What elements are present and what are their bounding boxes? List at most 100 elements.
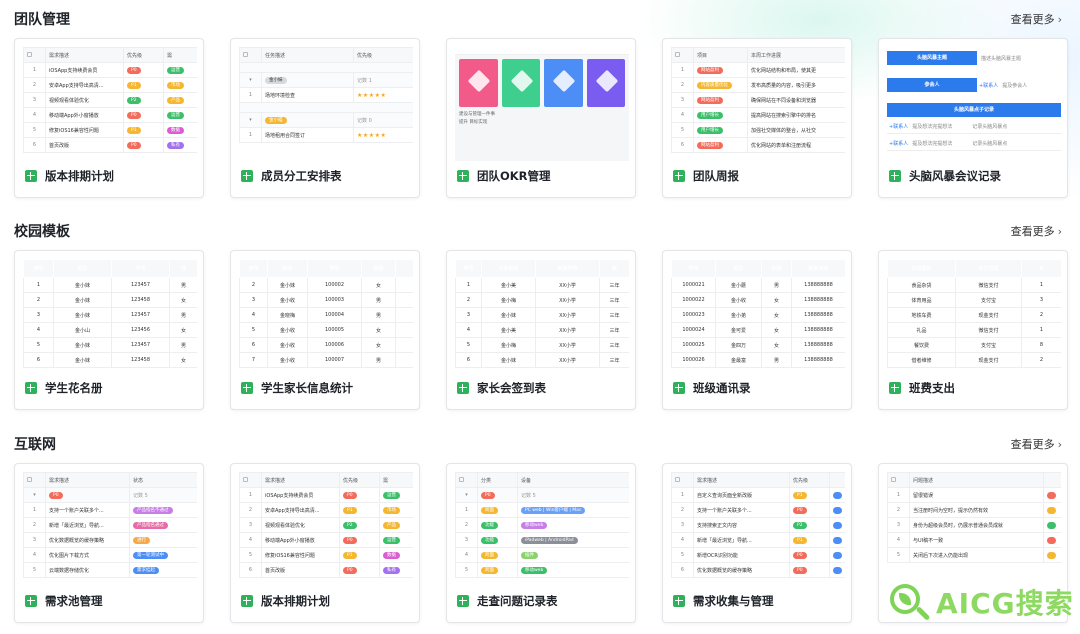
brain-header: 头脑风暴点子记录 bbox=[887, 103, 1061, 117]
card-thumbnail: 需求描述 优先级需 1 iOSApp支持续费会员 P0 运营 2 安卓App支持导出高清.… bbox=[239, 472, 413, 586]
cell: 发布高质量的内容，吸引更多 bbox=[747, 77, 845, 93]
card-footer: 家长会签到表 bbox=[457, 380, 546, 396]
col-header: 需 bbox=[163, 47, 197, 63]
col-header: 序号 bbox=[455, 259, 482, 278]
priority-tag: P0 bbox=[343, 566, 357, 574]
row-num: 1 bbox=[887, 487, 910, 503]
card-footer: 学生家长信息统计 bbox=[241, 380, 353, 396]
row-num: 1 bbox=[671, 62, 694, 78]
group-count: 记数 1 bbox=[353, 72, 413, 88]
chevron-right-icon: › bbox=[1057, 438, 1062, 451]
cell: 100005 bbox=[307, 322, 362, 338]
card-thumbnail: 序号 子女姓名 就读学校就 1 金小美 XX小学 三年 2 金小梅 XX小学 三年 3 金小妹 XX… bbox=[455, 259, 629, 373]
see-more-link[interactable]: 查看更多 › bbox=[1011, 223, 1062, 239]
sheet-icon bbox=[889, 382, 901, 394]
cell: 优化数据概览的缓存策略 bbox=[693, 562, 790, 578]
card-thumbnail: 项目 本周工作进展 1 网站盈利 优化网站结构和布局，使其更 2 内容质量优化 发布高质量… bbox=[671, 47, 845, 161]
col-header: 项目 bbox=[693, 47, 748, 63]
cell: 6 bbox=[23, 352, 54, 368]
preview-table: 需求描述 优先级需 1 iOSApp支持续费会员 P0 运营 2 安卓App支持导出高清.… bbox=[23, 47, 197, 153]
brain-header: 参会人 bbox=[887, 78, 977, 92]
cell: 微信支付 bbox=[955, 277, 1022, 293]
preview-table: 序号 姓名 学号 性别 2 金小妹 100002 女 3 金小收 100003 男 4 金晓梅 100… bbox=[239, 259, 413, 368]
cell: 金小收 bbox=[267, 337, 308, 353]
cell: 女 bbox=[169, 292, 197, 308]
template-card[interactable]: 头脑风暴主题 描述头脑风暴主题 参会人 +联系人 提及参会人 头脑风暴点子记录 +联系… bbox=[878, 38, 1068, 198]
see-more-label: 查看更多 bbox=[1010, 225, 1055, 238]
template-card[interactable]: 学号 姓名 性别 联系电话 1000021 金小蘑男 138888888 1000022 金… bbox=[662, 250, 852, 410]
cell: 2 bbox=[1021, 307, 1061, 323]
col-header: 学号 bbox=[671, 259, 716, 278]
col-header: 问题描述 bbox=[909, 472, 1044, 488]
row-num: 4 bbox=[455, 547, 478, 563]
cell: 优化图片下载方式 bbox=[45, 547, 130, 563]
template-card[interactable]: 分类 设备 ▾ P0 记数 5 1 跨面 PC web | Win客户端 | Mac 2功… bbox=[446, 463, 636, 623]
template-card[interactable]: 序号 姓名 学号 性别 2 金小妹 100002 女 3 金小收 100003 男 4 金晓梅 100… bbox=[230, 250, 420, 410]
cell: 123457 bbox=[111, 337, 170, 353]
col-header: 分类 bbox=[477, 472, 518, 488]
cell: 加强社交媒体的整合，从社交 bbox=[747, 122, 845, 138]
device-tag: 移动web bbox=[521, 566, 548, 574]
cell: 优化网站的表单和注册流程 bbox=[747, 137, 845, 153]
col-header: 本周工作进展 bbox=[747, 47, 845, 63]
device-tag: PC web | Win客户端 | Mac bbox=[521, 506, 586, 514]
template-card[interactable]: 需求描述 优先级需 1 iOSApp支持续费会员 P0 运营 2 安卓App支持导出高清.… bbox=[230, 463, 420, 623]
row-num: 3 bbox=[455, 532, 478, 548]
cell: 女 bbox=[361, 322, 396, 338]
card-footer: 头脑风暴会议记录 bbox=[889, 168, 1001, 184]
row-num: 1 bbox=[23, 502, 46, 518]
row-num: 2 bbox=[887, 502, 910, 518]
row-num: 3 bbox=[23, 532, 46, 548]
cell: 123458 bbox=[111, 352, 170, 368]
cell: 1000026 bbox=[671, 352, 716, 368]
sheet-icon bbox=[673, 595, 685, 607]
card-footer: 需求收集与管理 bbox=[673, 593, 774, 609]
cell: 移动端App外小窗播放 bbox=[45, 107, 124, 123]
cell: 女 bbox=[761, 322, 792, 338]
device-tag: 移动web bbox=[521, 521, 548, 529]
sheet-icon bbox=[673, 382, 685, 394]
template-card[interactable]: 支出项目 支付方式支 食品杂货 微信支付 1 体育用品 支付宝 3 地铁车费 现金支付 2 礼… bbox=[878, 250, 1068, 410]
card-thumbnail: 问题描述 1 留很错误 2 当注册时间为空时，提示仍然有效 3 身份为超级会员时，仍展… bbox=[887, 472, 1061, 586]
checkbox-icon bbox=[27, 476, 32, 482]
cell: 支付宝 bbox=[955, 292, 1022, 308]
row-num: 2 bbox=[23, 77, 46, 93]
priority-tag: P2 bbox=[127, 96, 141, 104]
category-tag: 跨面 bbox=[481, 506, 498, 514]
template-card[interactable]: 序号 姓名 学号性 1 金小妹 123457 男 2 金小妹 123458 女 3 金小妹 1234… bbox=[14, 250, 204, 410]
template-card[interactable]: 需求描述 优先级需 1 iOSApp支持续费会员 P0 运营 2 安卓App支持导出高清.… bbox=[14, 38, 204, 198]
priority-tag: P1 bbox=[127, 81, 141, 89]
see-more-link[interactable]: 查看更多 › bbox=[1011, 436, 1062, 452]
see-more-link[interactable]: 查看更多 › bbox=[1011, 11, 1062, 27]
template-card[interactable]: 任务描述 优先级 ▾ 金小妹 记数 1 1 场地环境检查 ★★★★★ ▾ 金小喵 记数 0 1… bbox=[230, 38, 420, 198]
template-card[interactable]: 建设与管理一件事 提升 目标实现 团队OKR管理 bbox=[446, 38, 636, 198]
card-title: 班级通讯录 bbox=[693, 381, 751, 395]
cell: 女 bbox=[361, 277, 396, 293]
card-footer: 班级通讯录 bbox=[673, 380, 751, 396]
brain-hint: 提及参会人 bbox=[1002, 82, 1028, 89]
status-tag: 进行 bbox=[133, 536, 150, 544]
card-title: 学生家长信息统计 bbox=[261, 381, 353, 395]
cell: 1000021 bbox=[671, 277, 716, 293]
template-card[interactable]: 需求描述 状态 ▾ P0 记数 5 1 支持一个账户关联多个... 产品指名不通过 2 新增… bbox=[14, 463, 204, 623]
see-more-label: 查看更多 bbox=[1010, 438, 1055, 451]
priority-tag: P1 bbox=[793, 536, 807, 544]
cell: 现金支付 bbox=[955, 352, 1022, 368]
col-header: 需求描述 bbox=[45, 47, 124, 63]
col-header: 状态 bbox=[129, 472, 197, 488]
brain-hint: 提及想法完提想法 bbox=[912, 124, 953, 130]
cell: 2 bbox=[455, 292, 482, 308]
row-num: 5 bbox=[239, 547, 262, 563]
cell: 4 bbox=[23, 322, 54, 338]
cell: 金晓梅 bbox=[267, 307, 308, 323]
watermark: AICG搜索 bbox=[888, 574, 1078, 629]
template-card[interactable]: 需求描述 优先级 1 自定义查询页面全新改版 P1 2 支持一个账户关联多个... P0 … bbox=[662, 463, 852, 623]
cell: 5 bbox=[23, 337, 54, 353]
cell: 新增「最近浏览」导航... bbox=[693, 532, 790, 548]
template-card[interactable]: 项目 本周工作进展 1 网站盈利 优化网站结构和布局，使其更 2 内容质量优化 发布高质量… bbox=[662, 38, 852, 198]
card-thumbnail: 任务描述 优先级 ▾ 金小妹 记数 1 1 场地环境检查 ★★★★★ ▾ 金小喵 记数 0 1… bbox=[239, 47, 413, 161]
cell: 2 bbox=[239, 277, 268, 293]
template-card[interactable]: 序号 子女姓名 就读学校就 1 金小美 XX小学 三年 2 金小梅 XX小学 三年 3 金小妹 XX… bbox=[446, 250, 636, 410]
priority-tag: P0 bbox=[343, 491, 357, 499]
cell: 138888888 bbox=[791, 292, 845, 308]
